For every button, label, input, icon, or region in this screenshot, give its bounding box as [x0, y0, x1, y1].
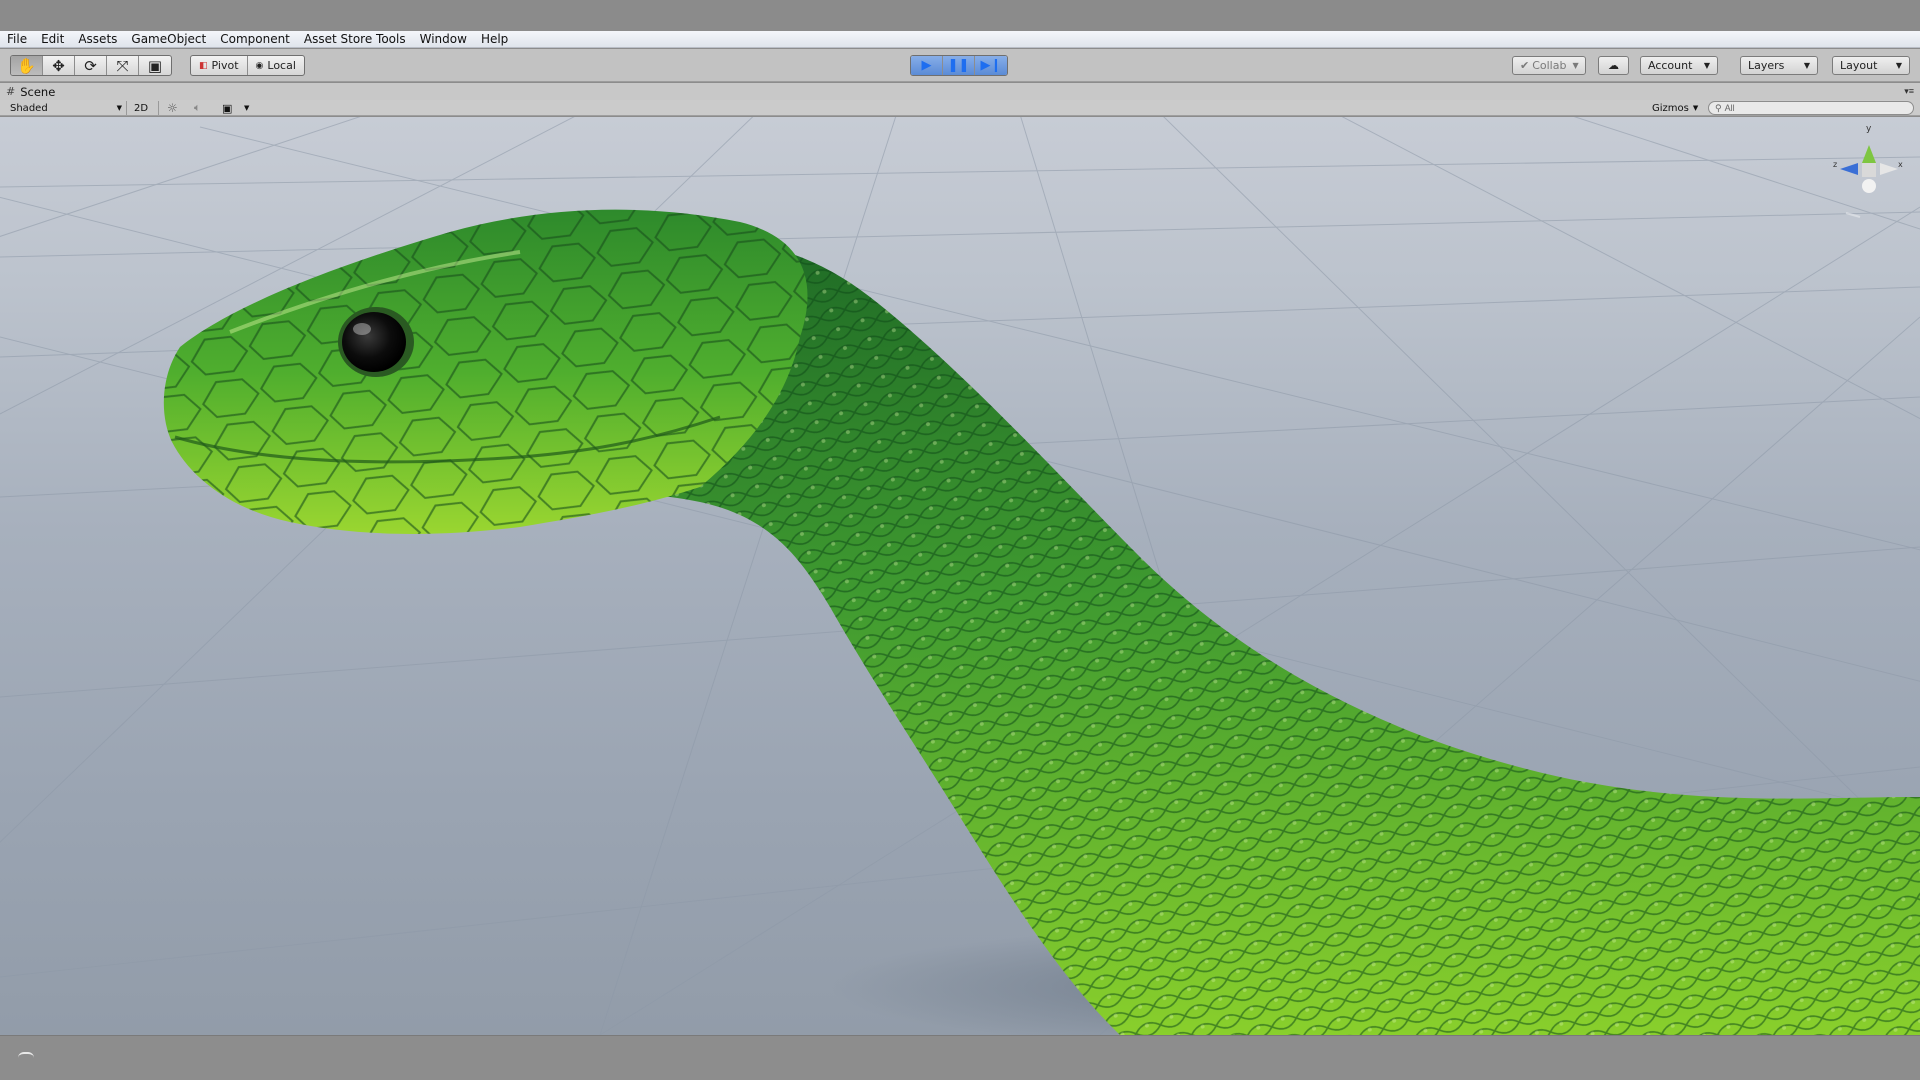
menu-help[interactable]: Help [481, 31, 508, 48]
scene-tab-label: Scene [20, 84, 56, 99]
chevron-down-icon: ▼ [116, 104, 122, 112]
search-icon: ⚲ [1715, 102, 1722, 113]
transform-tools: ✋ ✥ ⟳ ⤧ ▣ [10, 55, 172, 76]
gizmo-z-label: z [1833, 160, 1837, 169]
menu-window[interactable]: Window [420, 31, 467, 48]
eye-reflection [353, 323, 371, 335]
move-tool-icon[interactable]: ✥ [43, 56, 75, 75]
cloud-icon: ☁ [1608, 59, 1619, 72]
grid-icon: # [6, 85, 16, 98]
menu-asset-store-tools[interactable]: Asset Store Tools [304, 31, 406, 48]
divider [126, 101, 127, 115]
cloud-button[interactable]: ☁ [1598, 56, 1629, 75]
tab-menu-icon[interactable]: ▾≡ [1904, 86, 1914, 97]
playback-controls: ▶ ❚❚ ▶❙ [910, 55, 1008, 76]
menu-bar: File Edit Assets GameObject Component As… [0, 31, 1920, 48]
gizmo-x-label: x [1898, 160, 1903, 169]
unity-editor-window: File Edit Assets GameObject Component As… [0, 0, 1920, 1080]
menu-assets[interactable]: Assets [78, 31, 117, 48]
chevron-down-icon: ▼ [1572, 61, 1579, 70]
gizmo-neg-y[interactable] [1862, 179, 1876, 193]
step-icon[interactable]: ▶❙ [975, 56, 1007, 75]
pivot-button[interactable]: ◧ Pivot [191, 56, 248, 75]
account-label: Account [1648, 59, 1693, 72]
account-dropdown[interactable]: Account ▼ [1640, 56, 1718, 75]
local-icon: ◉ [255, 60, 264, 71]
progress-spinner-icon [18, 1052, 34, 1058]
lighting-icon[interactable]: ☼ [167, 100, 178, 116]
rotate-tool-icon[interactable]: ⟳ [75, 56, 107, 75]
pivot-icon: ◧ [199, 60, 208, 71]
mode-2d-toggle[interactable]: 2D [134, 100, 148, 116]
window-top-strip [0, 0, 1920, 31]
chevron-down-icon[interactable]: ▼ [244, 100, 249, 116]
pivot-label: Pivot [211, 59, 239, 72]
gizmo-y-label: y [1866, 124, 1872, 134]
collab-check-icon: ✔ [1520, 59, 1530, 72]
collab-button[interactable]: ✔ Collab ▼ [1512, 56, 1586, 75]
gizmo-center[interactable] [1862, 163, 1876, 177]
rect-tool-icon[interactable]: ▣ [139, 56, 171, 75]
gizmos-label: Gizmos [1652, 102, 1689, 114]
tab-scene[interactable]: # Scene [6, 83, 55, 100]
search-placeholder: All [1724, 103, 1735, 113]
hand-tool-icon[interactable]: ✋ [11, 56, 43, 75]
menu-edit[interactable]: Edit [41, 31, 64, 48]
audio-icon[interactable]: 🔈︎ [194, 100, 201, 116]
snake-eye [342, 312, 406, 372]
scene-render: y x z [0, 117, 1920, 1035]
local-button[interactable]: ◉ Local [248, 56, 304, 75]
gizmo-z-axis[interactable] [1840, 163, 1858, 175]
gizmo-y-axis[interactable] [1862, 145, 1876, 163]
collab-label: Collab [1532, 59, 1567, 72]
shading-mode-dropdown[interactable]: Shaded ▼ [10, 100, 122, 116]
orientation-gizmo[interactable]: y x z [1833, 124, 1903, 218]
divider [158, 101, 159, 115]
effects-icon[interactable]: ▣ [222, 100, 232, 116]
scene-tab-bar: # Scene ▾≡ [0, 83, 1920, 100]
layout-dropdown[interactable]: Layout ▼ [1832, 56, 1910, 75]
scene-controls-bar: Shaded ▼ 2D ☼ 🔈︎ ▣ ▼ Gizmos ▼ ⚲ All [0, 100, 1920, 116]
chevron-down-icon: ▼ [1803, 61, 1810, 70]
menu-component[interactable]: Component [220, 31, 290, 48]
pivot-local-toggle: ◧ Pivot ◉ Local [190, 55, 305, 76]
scene-search-input[interactable]: ⚲ All [1708, 101, 1914, 115]
play-icon[interactable]: ▶ [911, 56, 943, 75]
menu-gameobject[interactable]: GameObject [131, 31, 206, 48]
pause-icon[interactable]: ❚❚ [943, 56, 975, 75]
chevron-down-icon: ▼ [1692, 104, 1699, 112]
gizmo-x-axis[interactable] [1880, 163, 1898, 175]
chevron-down-icon: ▼ [1703, 61, 1710, 70]
chevron-down-icon: ▼ [1895, 61, 1902, 70]
layers-label: Layers [1748, 59, 1785, 72]
status-bar [0, 1035, 1920, 1080]
shading-mode-label: Shaded [10, 102, 48, 114]
layout-label: Layout [1840, 59, 1878, 72]
local-label: Local [267, 59, 296, 72]
menu-file[interactable]: File [7, 31, 27, 48]
gizmos-dropdown[interactable]: Gizmos ▼ [1652, 100, 1698, 116]
scale-tool-icon[interactable]: ⤧ [107, 56, 139, 75]
layers-dropdown[interactable]: Layers ▼ [1740, 56, 1818, 75]
scene-viewport[interactable]: y x z [0, 117, 1920, 1035]
main-toolbar: ✋ ✥ ⟳ ⤧ ▣ ◧ Pivot ◉ Local ▶ ❚❚ ▶❙ ✔ Collab ▼… [0, 49, 1920, 82]
